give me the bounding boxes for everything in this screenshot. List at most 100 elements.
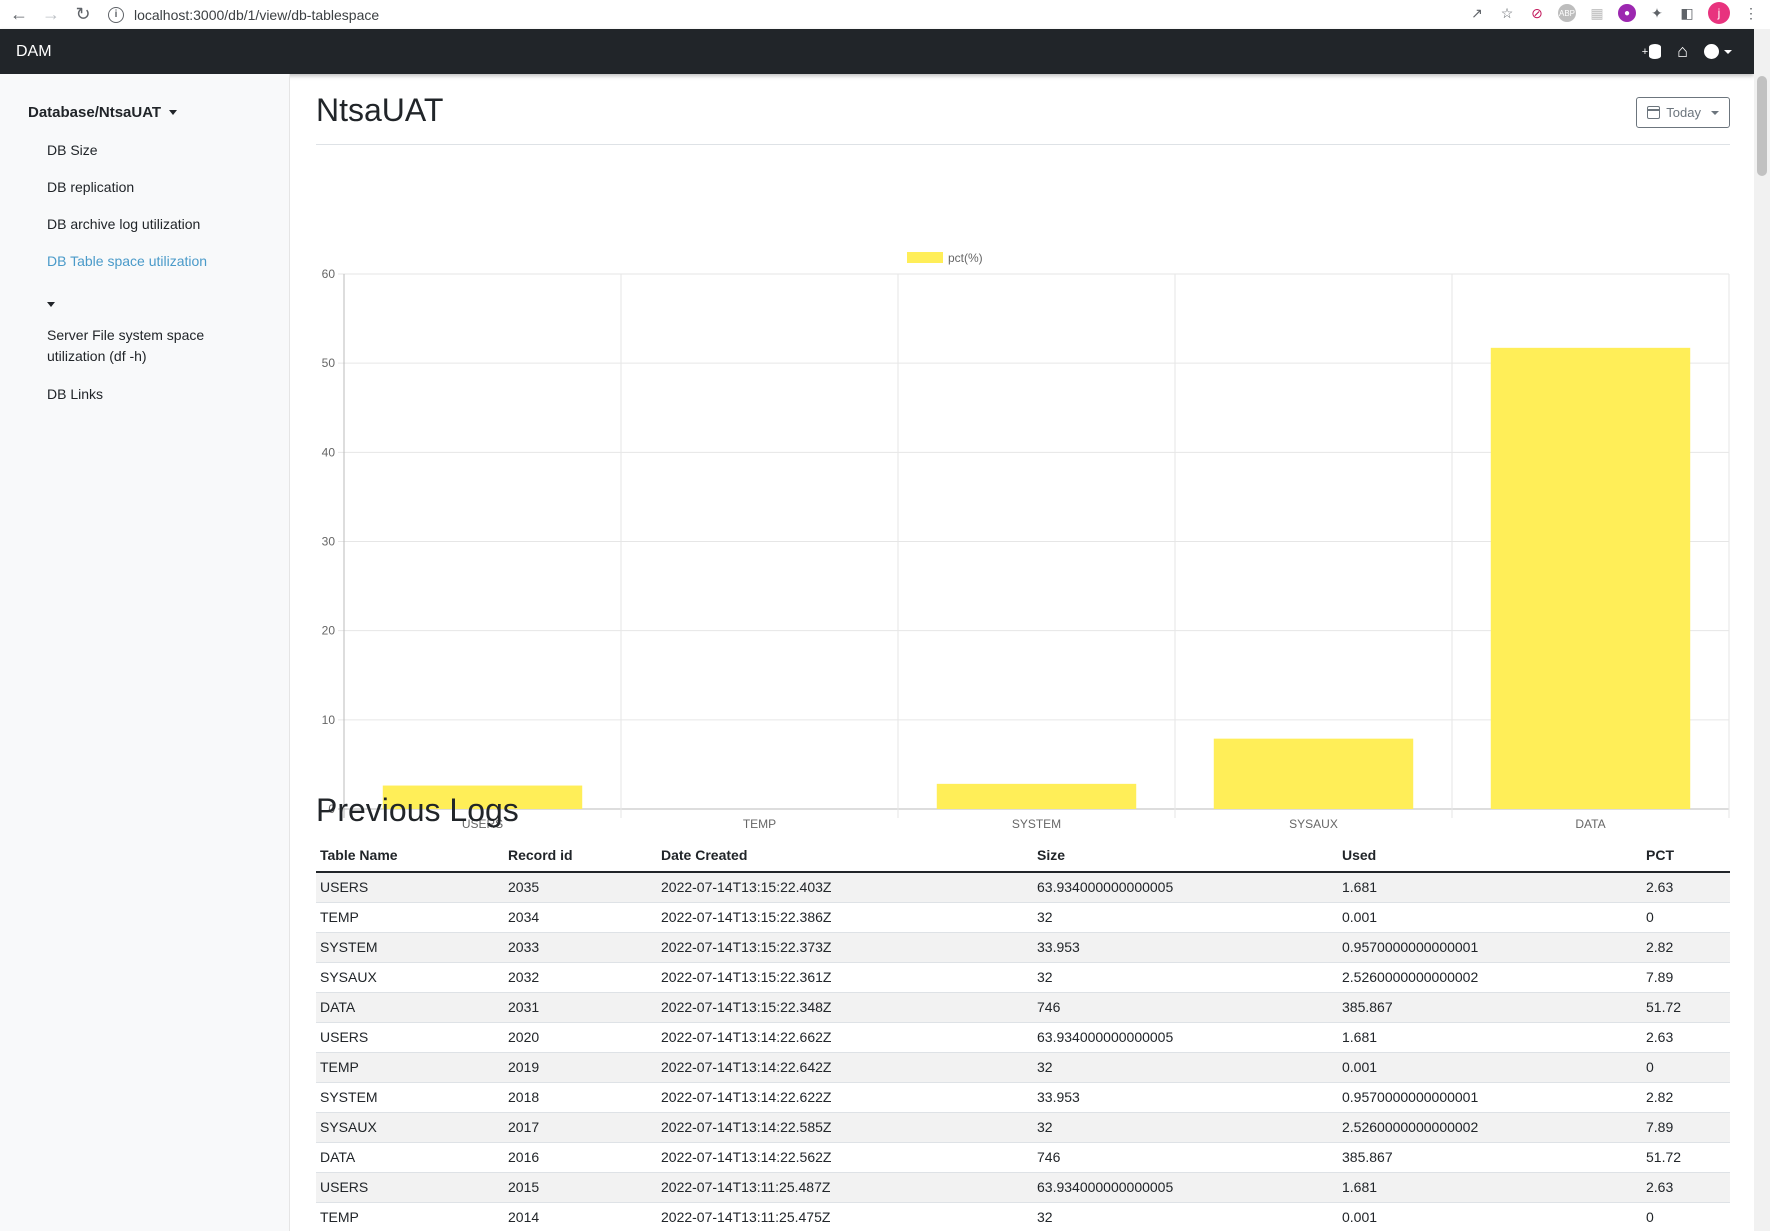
table-cell: 2032 [504,961,657,992]
table-cell: 1.681 [1338,1021,1642,1052]
legend-label: pct(%) [948,251,983,265]
column-header: Date Created [657,839,1033,873]
puzzle-extensions-icon[interactable]: ✦ [1648,4,1666,22]
table-row: USERS 2015 2022-07-14T13:11:25.487Z 63.9340… [316,1171,1730,1202]
table-body: USERS 2035 2022-07-14T13:15:22.403Z 63.9340… [316,871,1730,1232]
table-cell: 0.9570000000000001 [1338,1081,1642,1112]
sidebar-item-db-size[interactable]: DB Size [47,140,98,161]
menu-dots-icon[interactable]: ⋮ [1742,4,1760,22]
table-cell: 2031 [504,991,657,1022]
header-divider [316,144,1730,145]
adblock-extension-icon[interactable]: ABP [1558,4,1576,22]
chevron-down-icon [1724,49,1732,54]
bookmark-star-icon[interactable]: ☆ [1498,4,1516,22]
share-icon[interactable]: ↗ [1468,4,1486,22]
table-cell: 51.72 [1642,991,1730,1022]
x-tick-label: SYSAUX [1289,817,1338,831]
table-row: TEMP 2019 2022-07-14T13:14:22.642Z 32 0.001 0 [316,1051,1730,1082]
table-cell: 2022-07-14T13:14:22.562Z [657,1141,1033,1172]
profile-avatar[interactable]: j [1708,2,1730,24]
table-cell: 2015 [504,1171,657,1202]
table-cell: 7.89 [1642,1111,1730,1142]
table-cell: 2022-07-14T13:14:22.622Z [657,1081,1033,1112]
block-extension-icon[interactable]: ⊘ [1528,4,1546,22]
table-cell: 1.681 [1338,871,1642,902]
table-cell: DATA [316,991,504,1022]
y-tick-label: 20 [322,624,336,638]
table-cell: 0 [1642,1051,1730,1082]
table-cell: DATA [316,1141,504,1172]
table-cell: 63.934000000000005 [1033,1171,1338,1202]
y-tick-label: 10 [322,713,336,727]
table-cell: 2.63 [1642,1171,1730,1202]
brand-logo[interactable]: DAM [16,43,52,61]
table-cell: 33.953 [1033,931,1338,962]
reload-icon[interactable]: ↻ [70,2,96,28]
sidebar-item-db-replication[interactable]: DB replication [47,177,134,198]
column-header: Record id [504,839,657,873]
scrollbar-thumb[interactable] [1757,76,1767,176]
home-icon[interactable]: ⌂ [1677,41,1688,62]
page-title: NtsaUAT [316,92,444,128]
column-header: PCT [1642,839,1730,873]
table-cell: SYSAUX [316,1111,504,1142]
table-cell: 2.63 [1642,871,1730,902]
table-cell: SYSAUX [316,961,504,992]
add-database-button[interactable]: + [1641,44,1662,59]
url-text[interactable]: localhost:3000/db/1/view/db-tablespace [134,7,379,23]
table-row: SYSAUX 2017 2022-07-14T13:14:22.585Z 32 2.52… [316,1111,1730,1142]
sidebar-item-db-tablespace[interactable]: DB Table space utilization [47,251,207,272]
table-cell: 2033 [504,931,657,962]
table-cell: 51.72 [1642,1141,1730,1172]
x-tick-label: DATA [1575,817,1605,831]
table-row: USERS 2035 2022-07-14T13:15:22.403Z 63.9340… [316,871,1730,902]
table-cell: 2035 [504,871,657,902]
table-cell: 0 [1642,901,1730,932]
page-scrollbar[interactable] [1754,29,1770,1231]
table-cell: 1.681 [1338,1171,1642,1202]
back-icon[interactable]: ← [6,2,32,28]
forward-icon[interactable]: → [38,2,64,28]
sidebar-item-db-archive-log[interactable]: DB archive log utilization [47,214,200,235]
user-menu-button[interactable] [1704,44,1732,59]
table-cell: USERS [316,1021,504,1052]
side-panel-icon[interactable]: ◧ [1678,4,1696,22]
plus-icon: + [1641,45,1649,58]
table-cell: 32 [1033,901,1338,932]
extension-icon[interactable]: ▦ [1588,4,1606,22]
date-filter-dropdown[interactable]: Today [1636,97,1730,128]
table-cell: TEMP [316,901,504,932]
top-navbar: DAM + ⌂ [0,29,1754,74]
sidebar-item-db-links[interactable]: DB Links [47,384,103,405]
sidebar: Database/NtsaUAT DB Size DB replication … [0,74,290,1231]
calendar-icon [1647,106,1661,119]
table-cell: 32 [1033,1111,1338,1142]
server-dropdown-toggle[interactable] [47,294,55,312]
table-cell: 7.89 [1642,961,1730,992]
bar [936,783,1137,809]
table-cell: 385.867 [1338,991,1642,1022]
table-row: SYSAUX 2032 2022-07-14T13:15:22.361Z 32 2.52… [316,961,1730,992]
table-cell: 2.5260000000000002 [1338,1111,1642,1142]
table-cell: 33.953 [1033,1081,1338,1112]
table-cell: 2.82 [1642,1081,1730,1112]
column-header: Used [1338,839,1642,873]
purple-extension-icon[interactable]: ● [1618,4,1636,22]
y-tick-label: 40 [322,445,336,459]
logs-table: Table Name Record id Date Created Size Used P… [316,839,1730,1232]
table-cell: 385.867 [1338,1141,1642,1172]
database-dropdown[interactable]: Database/NtsaUAT [28,104,178,121]
database-icon [1649,44,1662,59]
table-cell: 63.934000000000005 [1033,871,1338,902]
logs-title: Previous Logs [316,792,519,828]
site-info-icon[interactable]: i [108,6,124,23]
address-bar[interactable]: i localhost:3000/db/1/view/db-tablespace [108,3,379,27]
table-header-row: Table Name Record id Date Created Size Used P… [316,839,1730,873]
table-cell: 2018 [504,1081,657,1112]
database-dropdown-label: Database/NtsaUAT [28,104,162,121]
table-cell: SYSTEM [316,1081,504,1112]
table-cell: 2022-07-14T13:14:22.642Z [657,1051,1033,1082]
sidebar-item-server-fs[interactable]: Server File system space utilization (df… [47,325,237,367]
table-cell: 2022-07-14T13:11:25.475Z [657,1201,1033,1232]
browser-toolbar: ← → ↻ i localhost:3000/db/1/view/db-tabl… [0,0,1770,29]
